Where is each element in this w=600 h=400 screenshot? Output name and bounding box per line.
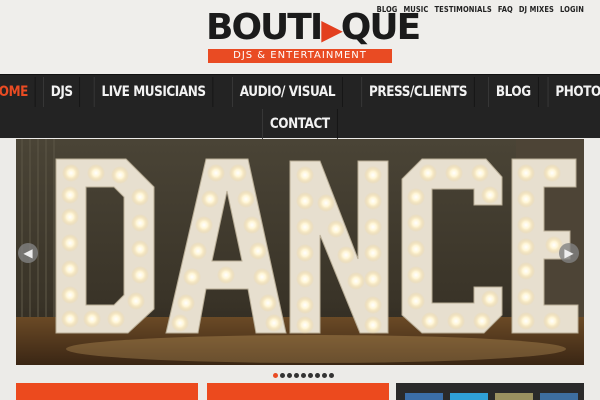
chevron-left-icon: ◀ <box>23 246 33 260</box>
hero-slider[interactable]: ◀ ▶ <box>16 139 584 365</box>
nav-item-blog[interactable]: BLOG <box>487 77 539 107</box>
site-logo[interactable]: BOUTI▶QUE DJS & ENTERTAINMENT <box>206 7 421 64</box>
nav-item-press-clients[interactable]: PRESS/CLIENTS <box>360 77 475 107</box>
nav-item-live-musicians[interactable]: LIVE MUSICIANS <box>93 77 214 107</box>
slide-image <box>16 139 584 365</box>
nav-item-home[interactable]: HOME <box>0 77 36 107</box>
nav-item-audio-visual[interactable]: AUDIO/ VISUAL <box>231 77 343 107</box>
slider-next-button[interactable]: ▶ <box>559 243 579 263</box>
logo-tagline: DJS & ENTERTAINMENT <box>208 49 392 63</box>
feature-box[interactable] <box>16 383 198 400</box>
slider-dot[interactable] <box>315 373 320 378</box>
nav-item-photos[interactable]: PHOTOS <box>547 77 600 107</box>
top-link-faq[interactable]: FAQ <box>498 5 513 14</box>
chevron-right-icon: ▶ <box>564 246 574 260</box>
logo-wordmark: BOUTI▶QUE <box>206 7 421 48</box>
slider-prev-button[interactable]: ◀ <box>18 243 38 263</box>
instagram-icon[interactable] <box>495 393 533 400</box>
feature-box[interactable] <box>207 383 389 400</box>
play-icon: ▶ <box>321 13 343 46</box>
main-nav: HOME DJS LIVE MUSICIANS AUDIO/ VISUAL PR… <box>0 74 600 139</box>
slider-dot[interactable] <box>294 373 299 378</box>
facebook-icon[interactable] <box>405 393 443 400</box>
slider-dot[interactable] <box>322 373 327 378</box>
top-link-music[interactable]: MUSIC <box>403 5 428 14</box>
linkedin-icon[interactable] <box>540 393 578 400</box>
site-header: BOUTI▶QUE DJS & ENTERTAINMENT BLOG MUSIC… <box>0 0 600 74</box>
top-link-login[interactable]: LOGIN <box>560 5 584 14</box>
top-links: BLOG MUSIC TESTIMONIALS FAQ DJ MIXES LOG… <box>377 5 584 14</box>
slider-dot[interactable] <box>329 373 334 378</box>
slider-dot[interactable] <box>280 373 285 378</box>
slider-dot[interactable] <box>273 373 278 378</box>
slider-dot[interactable] <box>301 373 306 378</box>
top-link-testimonials[interactable]: TESTIMONIALS <box>434 5 491 14</box>
top-link-dj-mixes[interactable]: DJ MIXES <box>519 5 554 14</box>
top-link-blog[interactable]: BLOG <box>377 5 398 14</box>
slider-dot[interactable] <box>308 373 313 378</box>
nav-item-contact[interactable]: CONTACT <box>262 109 338 139</box>
twitter-icon[interactable] <box>450 393 488 400</box>
slider-pagination <box>273 373 334 378</box>
slider-dot[interactable] <box>287 373 292 378</box>
nav-item-djs[interactable]: DJS <box>43 77 81 107</box>
